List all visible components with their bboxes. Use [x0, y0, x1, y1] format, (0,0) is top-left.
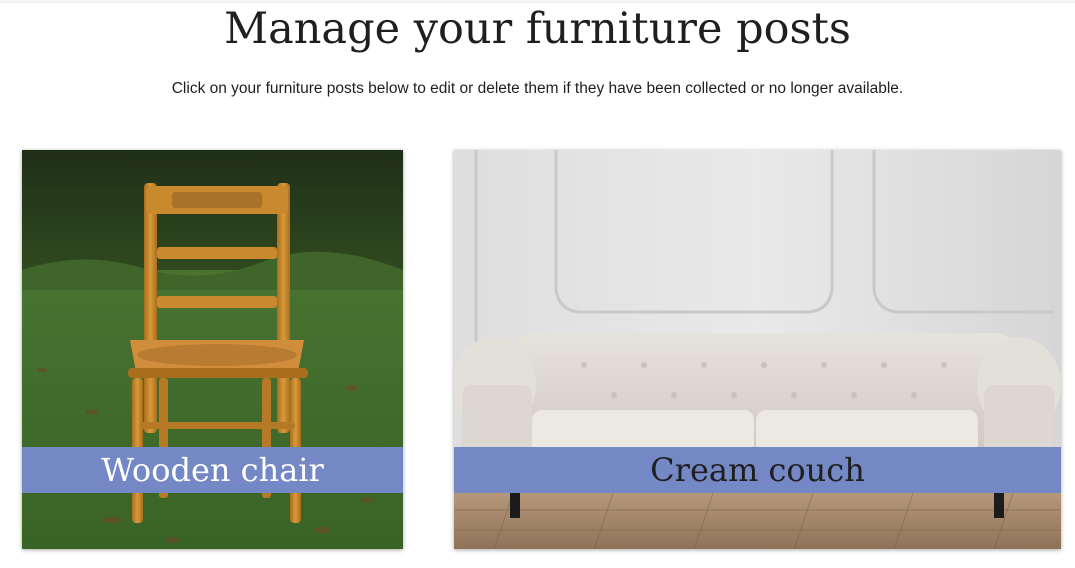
furniture-post-card-wooden-chair[interactable]: Wooden chair: [22, 150, 403, 549]
page-title: Manage your furniture posts: [224, 4, 851, 54]
post-title-banner: Cream couch: [454, 447, 1061, 493]
post-title-banner: Wooden chair: [22, 447, 403, 493]
post-title: Wooden chair: [101, 451, 324, 489]
page-subtitle: Click on your furniture posts below to e…: [171, 80, 904, 97]
post-title: Cream couch: [650, 451, 865, 489]
furniture-post-card-cream-couch[interactable]: Cream couch: [454, 150, 1061, 549]
